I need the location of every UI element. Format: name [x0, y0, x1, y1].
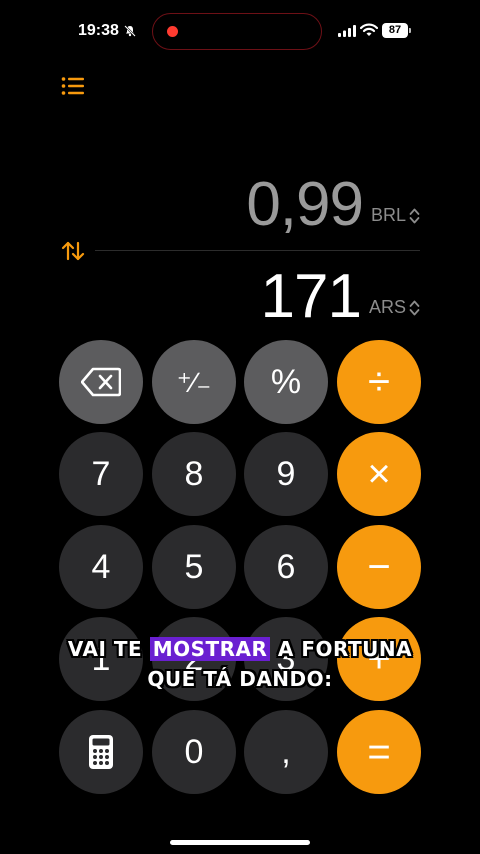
divide-button[interactable]: ÷ [337, 340, 421, 424]
digit-6-button[interactable]: 6 [244, 525, 328, 609]
signal-icon [338, 25, 356, 37]
swap-arrows-icon[interactable] [61, 240, 85, 262]
source-amount: 0,99 [246, 170, 364, 239]
backspace-button[interactable] [59, 340, 143, 424]
target-currency-code: ARS [368, 297, 406, 317]
multiply-button[interactable]: × [337, 432, 421, 516]
recording-indicator [167, 26, 178, 37]
home-indicator[interactable] [170, 840, 310, 845]
battery-icon: 87 [382, 23, 411, 38]
source-currency-code: BRL [370, 205, 406, 225]
percent-button[interactable]: % [244, 340, 328, 424]
decimal-button[interactable]: , [244, 710, 328, 794]
chevron-up-down-icon [409, 300, 420, 315]
video-caption: VAI TE MOSTRAR A FORTUNA QUE TÁ DANDO: [40, 634, 440, 694]
target-amount: 171 [260, 262, 362, 331]
status-bar: 19:38 87 [0, 0, 480, 62]
display-divider [95, 250, 420, 251]
calculator-icon [89, 735, 113, 769]
digit-8-button[interactable]: 8 [152, 432, 236, 516]
digit-0-button[interactable]: 0 [152, 710, 236, 794]
source-amount-row: 0,99 BRL [246, 170, 420, 240]
digit-4-button[interactable]: 4 [59, 525, 143, 609]
wifi-icon [360, 23, 378, 36]
digit-7-button[interactable]: 7 [59, 432, 143, 516]
digit-5-button[interactable]: 5 [152, 525, 236, 609]
minus-button[interactable]: − [337, 525, 421, 609]
list-icon[interactable] [61, 76, 85, 96]
calculator-mode-button[interactable] [59, 710, 143, 794]
status-time: 19:38 [78, 22, 119, 39]
target-amount-row: 171 ARS [261, 262, 420, 332]
backspace-icon [81, 367, 121, 397]
chevron-up-down-icon [409, 208, 420, 223]
caption-text-before: VAI TE [67, 637, 150, 661]
equals-button[interactable]: = [337, 710, 421, 794]
dynamic-island [152, 13, 322, 50]
source-currency-selector[interactable]: BRL [371, 205, 420, 226]
target-currency-selector[interactable]: ARS [369, 297, 420, 318]
bell-off-icon [124, 25, 136, 37]
digit-9-button[interactable]: 9 [244, 432, 328, 516]
caption-highlight: MOSTRAR [149, 637, 271, 661]
plus-minus-button[interactable]: ⁺∕₋ [152, 340, 236, 424]
